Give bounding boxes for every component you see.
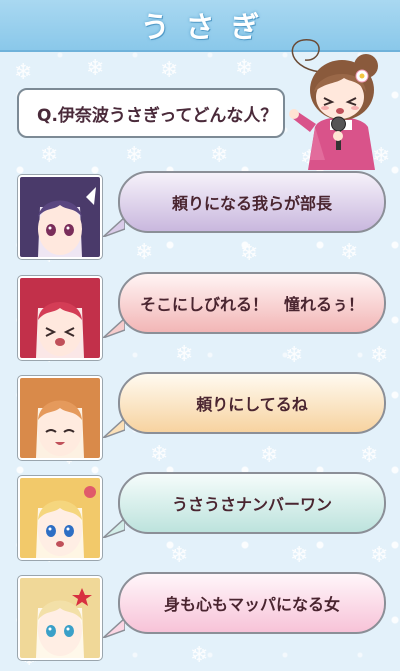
answer-text: 頼りにしてるね (196, 395, 308, 414)
snowflake-icon: ❄ (260, 443, 279, 468)
snowflake-icon: ❄ (125, 143, 144, 168)
snowflake-icon: ❄ (86, 56, 105, 81)
page-title: うさぎ (140, 10, 276, 44)
snowflake-icon: ❄ (240, 241, 259, 266)
snowflake-icon: ❄ (210, 143, 229, 168)
answer-bubble: うさうさナンバーワン (118, 472, 386, 534)
snowflake-icon: ❄ (135, 240, 154, 265)
snowflake-icon: ❄ (40, 143, 59, 168)
answer-text: うさうさナンバーワン (171, 495, 332, 514)
snowflake-icon: ❄ (175, 342, 194, 367)
answer-text: 頼りになる我らが部長 (171, 194, 332, 213)
avatar (18, 175, 102, 259)
snowflake-icon: ❄ (360, 443, 379, 468)
snowflake-icon: ❄ (340, 240, 359, 265)
snowflake-icon: ❄ (190, 643, 209, 668)
avatar (18, 476, 102, 560)
answer-bubble: 頼りになる我らが部長 (118, 171, 386, 233)
snowflake-icon: ❄ (370, 543, 389, 568)
snowflake-icon: ❄ (285, 343, 304, 368)
question-box: Q.伊奈波うさぎってどんな人？ (17, 88, 285, 138)
answer-text: 身も心もマッパになる女 (163, 595, 340, 614)
answer-text: そこにしびれる！ 憧れるぅ！ (139, 295, 364, 314)
snowflake-icon: ❄ (235, 56, 254, 81)
avatar (18, 376, 102, 460)
answer-bubble: そこにしびれる！ 憧れるぅ！ (118, 272, 386, 334)
question-text: Q.伊奈波うさぎってどんな人？ (37, 105, 278, 126)
snowflake-icon: ❄ (290, 543, 309, 568)
snowflake-icon: ❄ (150, 442, 169, 467)
mascot-illustration (289, 39, 378, 170)
snowflake-icon: ❄ (170, 543, 189, 568)
answer-bubble: 身も心もマッパになる女 (118, 572, 386, 634)
snowflake-icon: ❄ (14, 60, 33, 85)
avatar (18, 276, 102, 360)
answer-bubble: 頼りにしてるね (118, 372, 386, 434)
snowflake-icon: ❄ (370, 343, 389, 368)
snowflake-icon: ❄ (160, 58, 179, 83)
avatar (18, 576, 102, 660)
